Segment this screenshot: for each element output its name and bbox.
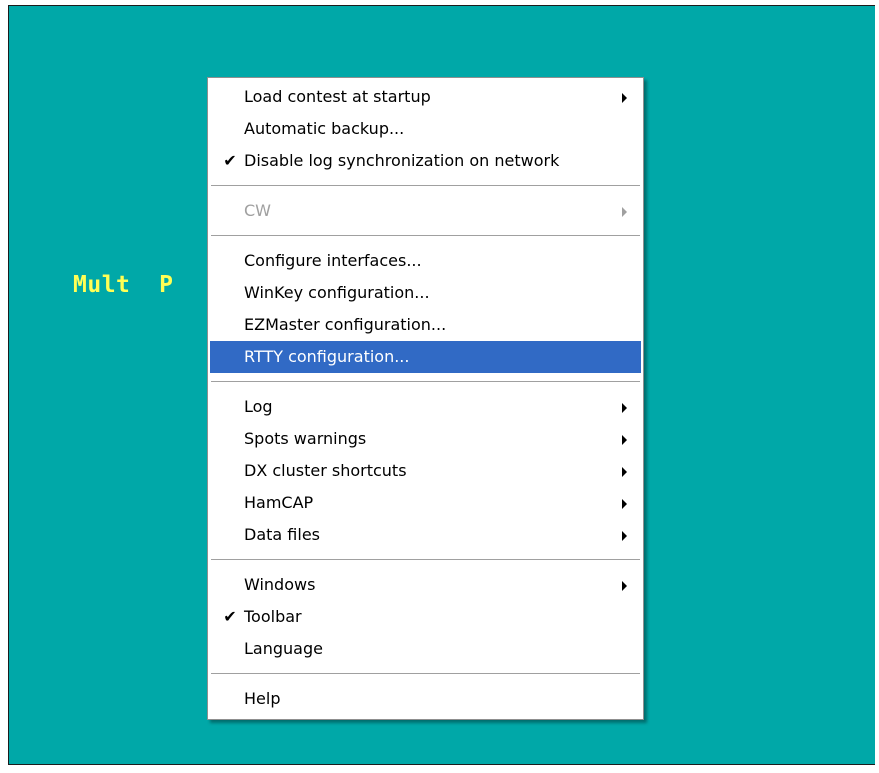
menu-item-label: Language: [244, 639, 323, 658]
menu-item-disable-log-synchronization-on-network[interactable]: ✔ Disable log synchronization on network: [210, 145, 641, 177]
menu-item-toolbar[interactable]: ✔ Toolbar: [210, 601, 641, 633]
menu-item-label: Help: [244, 689, 281, 708]
menu-item-dx-cluster-shortcuts[interactable]: DX cluster shortcuts: [210, 455, 641, 487]
menu-separator: [211, 185, 640, 187]
menu-separator: [211, 673, 640, 675]
menu-item-ezmaster-configuration[interactable]: EZMaster configuration...: [210, 309, 641, 341]
menu-item-label: CW: [244, 201, 271, 220]
submenu-arrow-icon: [622, 531, 627, 541]
menu-item-load-contest-at-startup[interactable]: Load contest at startup: [210, 81, 641, 113]
menu-item-label: RTTY configuration...: [244, 347, 410, 366]
menu-item-label: EZMaster configuration...: [244, 315, 447, 334]
context-menu: Load contest at startup Automatic backup.…: [207, 77, 644, 720]
menu-item-rtty-configuration[interactable]: RTTY configuration...: [210, 341, 641, 373]
menu-item-log[interactable]: Log: [210, 391, 641, 423]
menu-item-cw: CW: [210, 195, 641, 227]
menu-separator: [211, 381, 640, 383]
submenu-arrow-icon: [622, 499, 627, 509]
menu-item-language[interactable]: Language: [210, 633, 641, 665]
checkmark-icon: ✔: [223, 607, 237, 626]
menu-item-spots-warnings[interactable]: Spots warnings: [210, 423, 641, 455]
menu-item-windows[interactable]: Windows: [210, 569, 641, 601]
menu-item-label: Data files: [244, 525, 320, 544]
menu-item-winkey-configuration[interactable]: WinKey configuration...: [210, 277, 641, 309]
submenu-arrow-icon: [622, 435, 627, 445]
menu-item-label: Configure interfaces...: [244, 251, 422, 270]
menu-item-label: Toolbar: [244, 607, 302, 626]
submenu-arrow-icon: [622, 581, 627, 591]
menu-item-label: Windows: [244, 575, 316, 594]
menu-item-label: Automatic backup...: [244, 119, 405, 138]
submenu-arrow-icon: [622, 467, 627, 477]
submenu-arrow-icon: [622, 403, 627, 413]
menu-item-data-files[interactable]: Data files: [210, 519, 641, 551]
menu-item-label: Log: [244, 397, 273, 416]
checkmark-icon: ✔: [223, 151, 237, 170]
menu-item-configure-interfaces[interactable]: Configure interfaces...: [210, 245, 641, 277]
submenu-arrow-icon: [622, 93, 627, 103]
menu-item-label: Load contest at startup: [244, 87, 431, 106]
menu-item-hamcap[interactable]: HamCAP: [210, 487, 641, 519]
submenu-arrow-icon: [622, 207, 627, 217]
menu-item-label: HamCAP: [244, 493, 314, 512]
menu-item-label: WinKey configuration...: [244, 283, 430, 302]
mult-label: Mult P: [73, 272, 174, 298]
menu-item-label: DX cluster shortcuts: [244, 461, 407, 480]
menu-separator: [211, 235, 640, 237]
menu-item-label: Disable log synchronization on network: [244, 151, 560, 170]
menu-item-label: Spots warnings: [244, 429, 367, 448]
menu-item-help[interactable]: Help: [210, 683, 641, 715]
menu-item-automatic-backup[interactable]: Automatic backup...: [210, 113, 641, 145]
menu-separator: [211, 559, 640, 561]
